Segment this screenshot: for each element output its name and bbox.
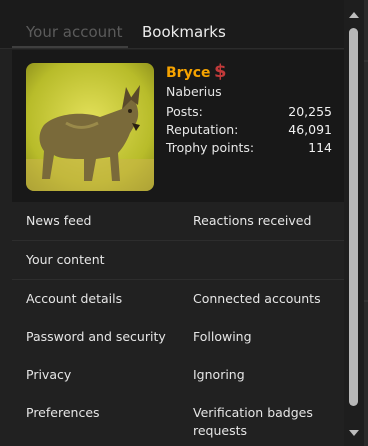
tab-your-account[interactable]: Your account — [26, 22, 123, 42]
avatar-dog-image — [26, 63, 154, 191]
menu-following[interactable]: Following — [193, 328, 252, 346]
stat-label: Reputation: — [166, 122, 239, 137]
stat-posts: Posts: 20,255 — [166, 103, 332, 121]
stat-value: 46,091 — [288, 122, 332, 137]
tab-bookmarks[interactable]: Bookmarks — [142, 22, 226, 42]
menu-verification-badges-requests[interactable]: Verification badges requests — [193, 404, 313, 440]
menu-password-security[interactable]: Password and security — [26, 328, 166, 346]
menu-your-content[interactable]: Your content — [26, 251, 105, 269]
stat-reputation: Reputation: 46,091 — [166, 121, 332, 139]
avatar[interactable] — [26, 63, 154, 191]
menu-ignoring[interactable]: Ignoring — [193, 366, 245, 384]
scrollbar-thumb[interactable] — [349, 28, 358, 406]
scroll-down-arrow-icon[interactable] — [349, 430, 359, 436]
tabs-divider — [0, 48, 344, 49]
menu-connected-accounts[interactable]: Connected accounts — [193, 290, 321, 308]
account-dropdown-panel: Your account Bookmarks Bryce $ Naberius … — [0, 0, 364, 446]
dollar-badge-icon: $ — [214, 61, 227, 82]
stat-value: 20,255 — [288, 104, 332, 119]
menu-label-line: Verification badges — [193, 405, 313, 420]
menu-reactions-received[interactable]: Reactions received — [193, 212, 311, 230]
menu-label-line: requests — [193, 423, 248, 438]
menu-preferences[interactable]: Preferences — [26, 404, 100, 422]
menu-privacy[interactable]: Privacy — [26, 366, 71, 384]
menu-divider — [12, 240, 344, 241]
menu-news-feed[interactable]: News feed — [26, 212, 91, 230]
menu-account-details[interactable]: Account details — [26, 290, 122, 308]
scrollbar[interactable] — [344, 0, 364, 446]
menu-divider — [12, 279, 344, 280]
user-title: Naberius — [166, 84, 222, 99]
stat-label: Posts: — [166, 104, 203, 119]
scroll-up-arrow-icon[interactable] — [349, 12, 359, 18]
username-link[interactable]: Bryce — [166, 64, 211, 82]
account-tabs: Your account Bookmarks — [0, 0, 344, 49]
stat-trophy-points: Trophy points: 114 — [166, 139, 332, 157]
profile-card: Bryce $ Naberius Posts: 20,255 Reputatio… — [12, 50, 344, 202]
stat-label: Trophy points: — [166, 140, 255, 155]
stat-value: 114 — [308, 140, 332, 155]
